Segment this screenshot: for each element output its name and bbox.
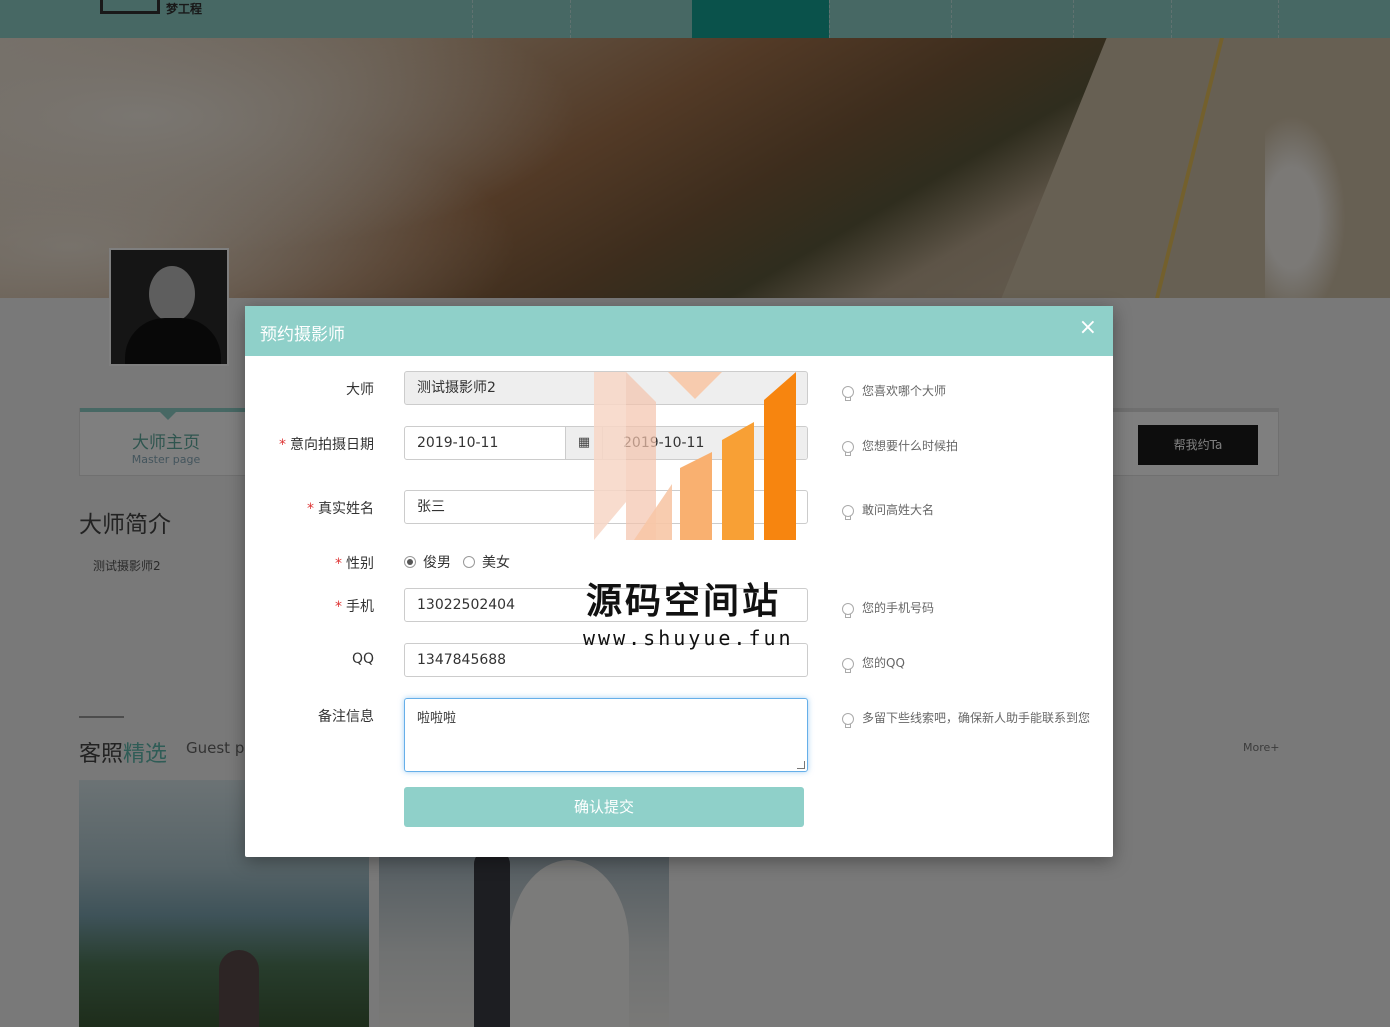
qq-label: QQ [351, 651, 374, 667]
note-hint: 多留下些线索吧，确保新人助手能联系到您 [837, 708, 1090, 728]
lightbulb-icon [837, 709, 857, 729]
master-label: 大师 [346, 382, 374, 398]
required-mark: * [279, 437, 286, 453]
master-hint: 您喜欢哪个大师 [837, 381, 946, 401]
required-mark: * [335, 599, 342, 615]
date-hint: 您想要什么时候拍 [837, 436, 958, 456]
lightbulb-icon [837, 654, 857, 674]
modal-header: 预约摄影师 × [245, 306, 1113, 356]
note-value: 啦啦啦 [417, 711, 457, 726]
date-start-input[interactable]: 2019-10-11 [405, 427, 565, 459]
note-label: 备注信息 [318, 709, 374, 725]
radio-unchecked-icon[interactable] [463, 556, 475, 568]
close-icon[interactable]: × [1079, 316, 1097, 340]
radio-checked-icon[interactable] [404, 556, 416, 568]
gender-label: * 性别 [335, 556, 374, 572]
resize-handle-icon[interactable] [797, 761, 805, 769]
name-label: * 真实姓名 [307, 501, 374, 517]
required-mark: * [335, 556, 342, 572]
lightbulb-icon [837, 437, 857, 457]
gender-option-female[interactable]: 美女 [463, 555, 510, 571]
watermark-url: www.shuyue.fun [583, 626, 794, 650]
lightbulb-icon [837, 382, 857, 402]
phone-label: * 手机 [335, 599, 374, 615]
lightbulb-icon [837, 599, 857, 619]
note-textarea[interactable]: 啦啦啦 [404, 698, 808, 772]
watermark-title: 源码空间站 [586, 581, 782, 622]
phone-hint: 您的手机号码 [837, 598, 934, 618]
gender-option-male[interactable]: 俊男 [404, 555, 451, 571]
required-mark: * [307, 501, 314, 517]
date-label: * 意向拍摄日期 [279, 437, 374, 453]
name-hint: 敢问高姓大名 [837, 500, 934, 520]
watermark-logo-icon [594, 372, 796, 540]
submit-button[interactable]: 确认提交 [404, 787, 804, 827]
lightbulb-icon [837, 501, 857, 521]
modal-title: 预约摄影师 [260, 325, 345, 345]
qq-hint: 您的QQ [837, 653, 905, 673]
